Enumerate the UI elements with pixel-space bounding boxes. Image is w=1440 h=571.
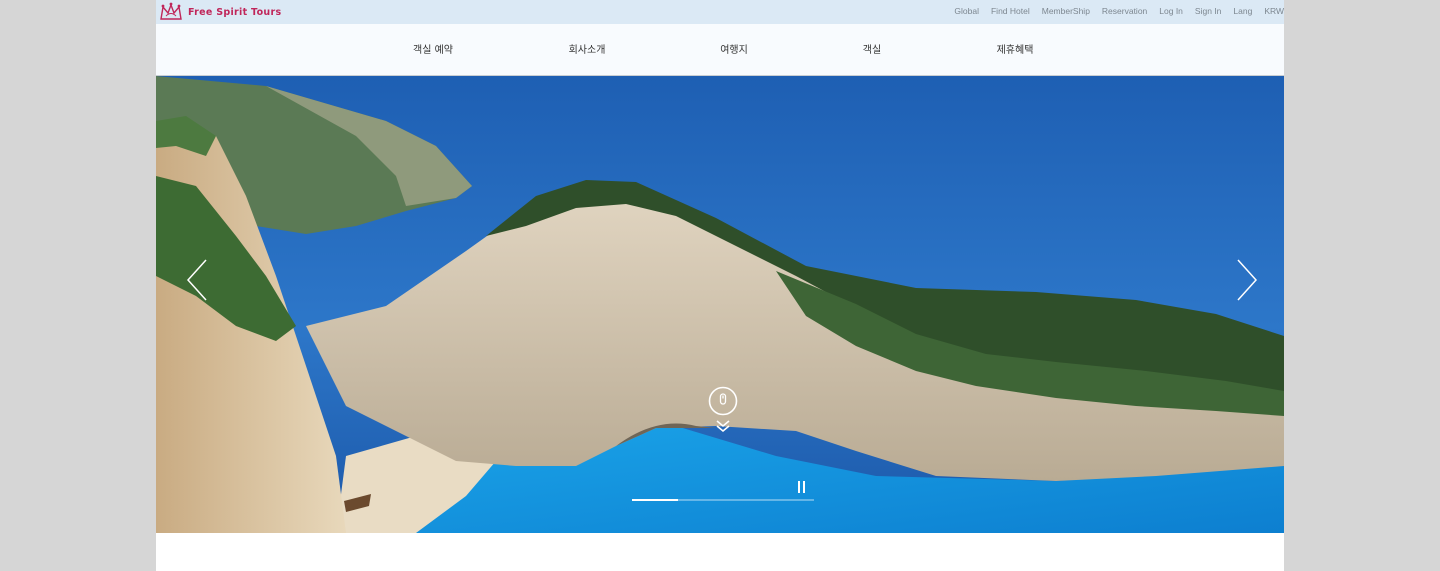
page: Free Spirit Tours Global Find Hotel Memb… [156,0,1284,571]
nav-item-rooms[interactable]: 객실 [863,41,881,56]
scroll-down-button[interactable] [708,386,738,436]
util-link-sign-in[interactable]: Sign In [1195,6,1221,16]
brand-name: Free Spirit Tours [188,6,282,18]
logo[interactable]: Free Spirit Tours [158,1,281,23]
util-link-log-in[interactable]: Log In [1159,6,1183,16]
crown-logo-icon [160,2,182,20]
util-link-lang[interactable]: Lang [1233,6,1252,16]
main-nav: 객실 예약 회사소개 여행지 객실 제휴혜택 [156,24,1284,76]
content-area [156,533,1284,571]
top-utility-bar: Free Spirit Tours Global Find Hotel Memb… [156,0,1284,24]
slider-next-button[interactable] [1230,256,1262,304]
pause-icon [798,481,800,493]
browser-frame: Free Spirit Tours Global Find Hotel Memb… [0,0,1440,571]
util-link-reservation[interactable]: Reservation [1102,6,1147,16]
nav-item-room-booking[interactable]: 객실 예약 [413,41,453,56]
nav-item-about[interactable]: 회사소개 [569,41,606,56]
slider-pause-button[interactable] [796,480,808,494]
util-link-global[interactable]: Global [954,6,979,16]
hero-image [156,76,1284,533]
chevron-left-icon [186,259,207,301]
utility-nav: Global Find Hotel MemberShip Reservation… [942,0,1284,22]
util-link-currency[interactable]: KRW [1264,6,1284,16]
slider-progress-bar [632,499,814,501]
nav-item-partner-benefits[interactable]: 제휴혜택 [997,41,1034,56]
slider-progress-fill [632,499,678,501]
hero-slider [156,76,1284,533]
nav-item-destinations[interactable]: 여행지 [720,41,748,56]
mouse-scroll-icon [708,386,738,433]
slider-prev-button[interactable] [182,256,214,304]
chevron-right-icon [1237,259,1258,301]
util-link-find-hotel[interactable]: Find Hotel [991,6,1030,16]
util-link-membership[interactable]: MemberShip [1042,6,1090,16]
